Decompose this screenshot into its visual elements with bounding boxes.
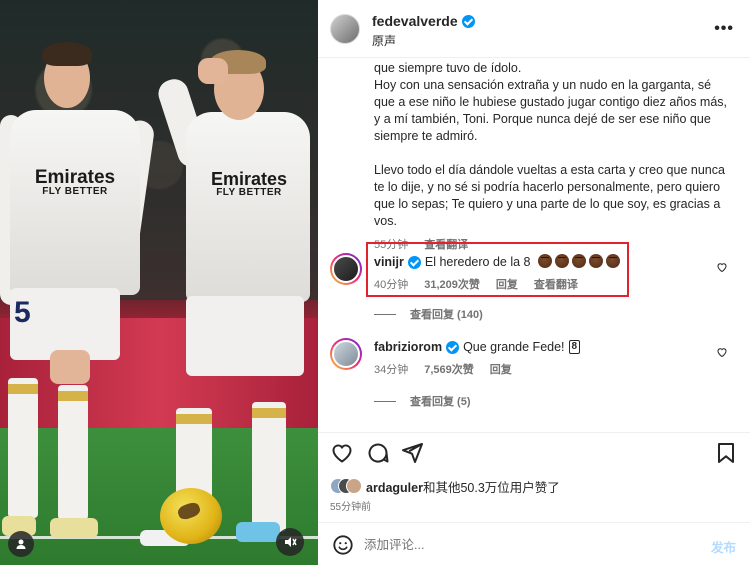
caption-paragraph-2: Llevo todo el día dándole vueltas a esta… [374, 163, 725, 228]
liker-avatars [330, 478, 362, 494]
verified-badge-icon [446, 340, 460, 354]
save-bookmark-icon[interactable] [714, 441, 738, 465]
liker-username[interactable]: ardaguler [366, 481, 423, 495]
like-comment-heart-icon[interactable] [716, 346, 728, 358]
post-actions-bar [318, 432, 750, 474]
author-avatar[interactable] [330, 14, 360, 44]
caption-paragraph-1: que siempre tuvo de ídolo. Hoy con una s… [374, 61, 728, 143]
comment-likes[interactable]: 7,569次赞 [424, 361, 474, 377]
post-timestamp: 55分钟前 [330, 502, 372, 513]
commenter-avatar[interactable] [330, 338, 362, 370]
mute-button[interactable] [276, 528, 304, 556]
comment-highlight-box [366, 242, 629, 297]
more-options-icon[interactable]: ••• [714, 20, 734, 38]
post-header: fedevalverde 原声 ••• [318, 0, 750, 58]
football [160, 488, 222, 544]
audio-label[interactable]: 原声 [372, 32, 396, 49]
view-replies-link[interactable]: 查看回复 (5) [374, 393, 471, 409]
like-heart-icon[interactable] [330, 441, 354, 465]
view-replies-link[interactable]: 查看回复 (140) [374, 306, 483, 322]
tagged-users-button[interactable] [8, 531, 34, 557]
post-details-panel: fedevalverde 原声 ••• que siempre tuvo de … [318, 0, 750, 565]
post-image[interactable]: Emirates FLY BETTER 5 Emirates FLY BETTER [0, 0, 318, 565]
emoji-smiley-icon[interactable] [332, 534, 354, 556]
commenter-username[interactable]: fabriziorom [374, 340, 442, 354]
commenter-avatar[interactable] [330, 253, 362, 285]
likes-count-text: 和其他50.3万位用户赞了 [422, 480, 560, 495]
comment-text: Que grande Fede! [463, 340, 565, 354]
number-badge: 8 [568, 340, 581, 354]
user-icon [16, 539, 26, 549]
add-comment-bar: 发布 [318, 522, 750, 565]
like-comment-heart-icon[interactable] [716, 261, 728, 273]
comment-time: 34分钟 [374, 364, 409, 376]
author-username[interactable]: fedevalverde [372, 13, 458, 29]
post-caption: que siempre tuvo de ídolo. Hoy con una s… [374, 60, 728, 254]
share-send-icon[interactable] [400, 441, 424, 465]
reply-button[interactable]: 回复 [490, 361, 512, 377]
comment-bubble-icon[interactable] [366, 441, 390, 465]
post-comment-button[interactable]: 发布 [711, 537, 736, 556]
comment-input[interactable] [364, 535, 664, 555]
verified-badge-icon [461, 14, 475, 28]
speaker-muted-icon [285, 537, 297, 547]
likes-summary[interactable]: ardaguler和其他50.3万位用户赞了 [330, 475, 560, 497]
